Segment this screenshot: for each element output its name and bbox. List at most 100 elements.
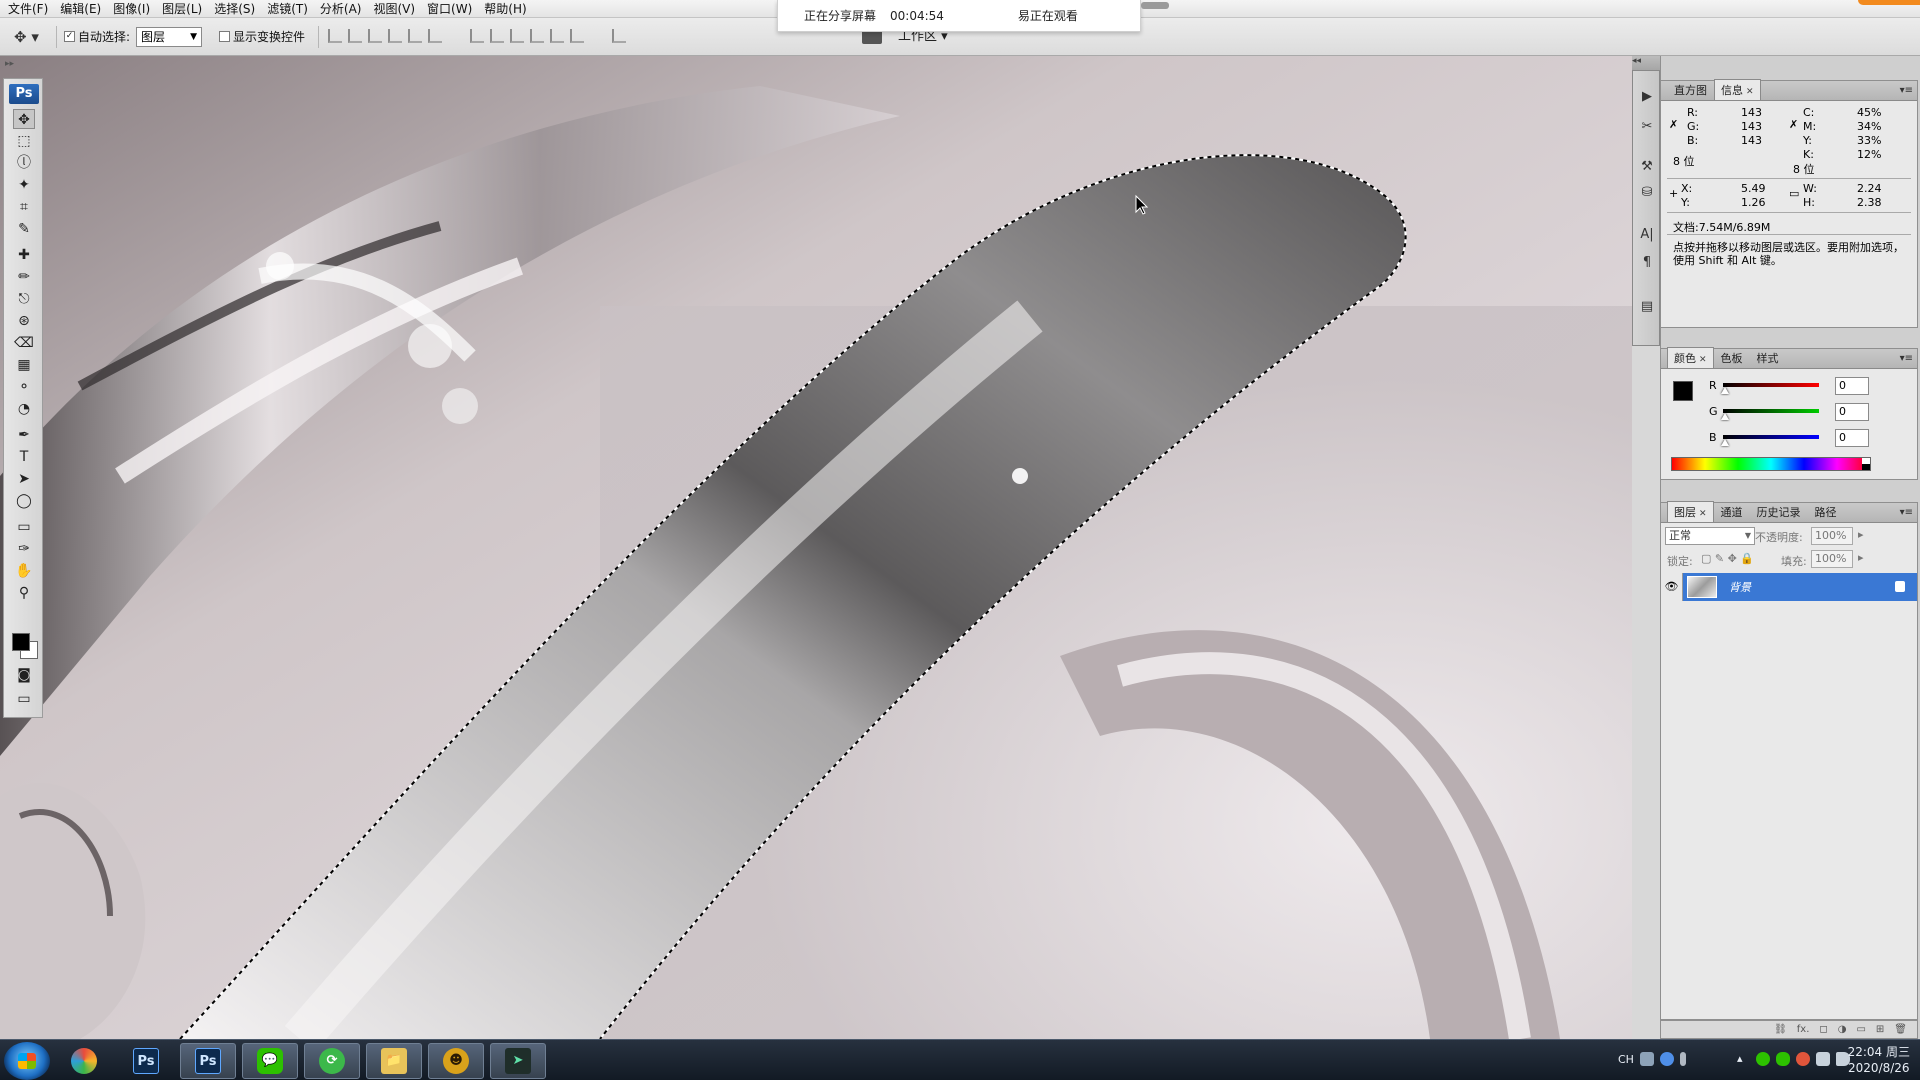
align-top-icon[interactable] bbox=[328, 29, 342, 43]
actions-panel-icon[interactable]: ▶ bbox=[1637, 87, 1657, 107]
healing-brush-tool-icon[interactable]: ✚ bbox=[13, 245, 35, 265]
network-icon[interactable] bbox=[1816, 1052, 1830, 1066]
opacity-field[interactable]: 100% bbox=[1811, 527, 1853, 545]
tab-channels[interactable]: 通道 bbox=[1714, 501, 1750, 522]
red-value[interactable]: 0 bbox=[1835, 377, 1869, 395]
hand-tool-icon[interactable]: ✋ bbox=[13, 561, 35, 581]
gradient-tool-icon[interactable]: ▦ bbox=[13, 355, 35, 375]
fill-arrow-icon[interactable]: ▸ bbox=[1858, 551, 1864, 564]
menu-analysis[interactable]: 分析(A) bbox=[314, 0, 368, 18]
distribute-right-icon[interactable] bbox=[570, 29, 584, 43]
tab-layers[interactable]: 图层 ✕ bbox=[1667, 501, 1714, 522]
notes-tool-icon[interactable]: ▭ bbox=[13, 517, 35, 537]
brushes-panel-icon[interactable]: ⚒ bbox=[1637, 157, 1657, 177]
clone-source-icon[interactable]: ⛁ bbox=[1637, 183, 1657, 203]
layer-row-background[interactable]: 👁 背景 bbox=[1661, 573, 1917, 601]
character-panel-icon[interactable]: A| bbox=[1637, 225, 1657, 245]
blue-knob[interactable] bbox=[1721, 439, 1729, 446]
distribute-top-icon[interactable] bbox=[470, 29, 484, 43]
menu-image[interactable]: 图像(I) bbox=[107, 0, 156, 18]
eyedropper-tool-icon[interactable]: ✎ bbox=[13, 219, 35, 239]
lasso-tool-icon[interactable]: ⓛ bbox=[13, 153, 35, 173]
taskbar-app-wechat[interactable]: 💬 bbox=[242, 1043, 298, 1079]
move-tool-icon[interactable]: ✥ bbox=[13, 109, 35, 129]
tab-paths[interactable]: 路径 bbox=[1808, 501, 1844, 522]
layer-comps-icon[interactable]: ▤ bbox=[1637, 297, 1657, 317]
layer-mask-icon[interactable]: ◻ bbox=[1819, 1024, 1827, 1035]
keyboard-icon[interactable] bbox=[1640, 1052, 1654, 1066]
clone-stamp-tool-icon[interactable]: ⎋ bbox=[13, 289, 35, 309]
tray-wechat-icon[interactable] bbox=[1776, 1052, 1790, 1066]
eraser-tool-icon[interactable]: ⌫ bbox=[13, 333, 35, 353]
history-brush-tool-icon[interactable]: ⊛ bbox=[13, 311, 35, 331]
panel-menu-icon[interactable]: ▾≡ bbox=[1900, 353, 1913, 364]
blend-mode-dropdown[interactable]: 正常 ▼ bbox=[1665, 527, 1755, 545]
blue-track[interactable] bbox=[1723, 435, 1819, 439]
shape-tool-icon[interactable]: ◯ bbox=[13, 491, 35, 511]
taskbar-app-folder[interactable]: 📁 bbox=[366, 1043, 422, 1079]
type-tool-icon[interactable]: T bbox=[13, 447, 35, 467]
show-transform-checkbox[interactable] bbox=[219, 31, 230, 42]
menu-help[interactable]: 帮助(H) bbox=[478, 0, 532, 18]
move-tool-preset-picker[interactable]: ✥ ▾ bbox=[14, 27, 50, 47]
panel-menu-icon[interactable]: ▾≡ bbox=[1900, 85, 1913, 96]
close-icon[interactable]: ✕ bbox=[1699, 509, 1707, 519]
green-track[interactable] bbox=[1723, 409, 1819, 413]
green-slider[interactable]: G 0 bbox=[1709, 403, 1909, 423]
tab-swatches[interactable]: 色板 bbox=[1714, 347, 1750, 368]
panel-menu-icon[interactable]: ▾≡ bbox=[1900, 507, 1913, 518]
share-viewers[interactable]: 易正在观看 bbox=[1018, 7, 1078, 24]
menu-select[interactable]: 选择(S) bbox=[208, 0, 261, 18]
adjustment-layer-icon[interactable]: ◑ bbox=[1838, 1024, 1847, 1035]
align-right-icon[interactable] bbox=[428, 29, 442, 43]
menu-file[interactable]: 文件(F) bbox=[2, 0, 54, 18]
tab-history[interactable]: 历史记录 bbox=[1750, 501, 1808, 522]
foreground-color-swatch[interactable] bbox=[1673, 381, 1693, 401]
red-track[interactable] bbox=[1723, 383, 1819, 387]
clock[interactable]: 22:04 周三 2020/8/26 bbox=[1848, 1044, 1910, 1076]
align-vcenter-icon[interactable] bbox=[348, 29, 362, 43]
taskbar-app-arrow[interactable]: ➤ bbox=[490, 1043, 546, 1079]
distribute-bottom-icon[interactable] bbox=[510, 29, 524, 43]
align-bottom-icon[interactable] bbox=[368, 29, 382, 43]
tray-green-icon[interactable] bbox=[1756, 1052, 1770, 1066]
menu-view[interactable]: 视图(V) bbox=[367, 0, 421, 18]
help-icon[interactable] bbox=[1660, 1052, 1674, 1066]
toolbox-grip[interactable]: ▸▸ bbox=[1, 59, 47, 73]
menu-filter[interactable]: 滤镜(T) bbox=[261, 0, 314, 18]
eyedropper2-tool-icon[interactable]: ✑ bbox=[13, 539, 35, 559]
tab-histogram[interactable]: 直方图 bbox=[1667, 79, 1714, 100]
bw-ramp[interactable] bbox=[1862, 458, 1870, 470]
new-group-icon[interactable]: ▭ bbox=[1856, 1024, 1865, 1035]
opacity-arrow-icon[interactable]: ▸ bbox=[1858, 528, 1864, 541]
close-icon[interactable]: ✕ bbox=[1699, 355, 1707, 365]
auto-select-checkbox[interactable]: ✓ bbox=[64, 31, 75, 42]
screen-mode-icon[interactable]: ▭ bbox=[13, 689, 35, 709]
tab-color[interactable]: 颜色 ✕ bbox=[1667, 347, 1714, 368]
zoom-tool-icon[interactable]: ⚲ bbox=[13, 583, 35, 603]
paragraph-panel-icon[interactable]: ¶ bbox=[1637, 253, 1657, 273]
green-value[interactable]: 0 bbox=[1835, 403, 1869, 421]
visibility-eye-icon[interactable]: 👁 bbox=[1661, 573, 1683, 601]
menu-window[interactable]: 窗口(W) bbox=[421, 0, 478, 18]
magic-wand-tool-icon[interactable]: ✦ bbox=[13, 175, 35, 195]
start-button[interactable] bbox=[4, 1042, 50, 1080]
marquee-tool-icon[interactable]: ⬚ bbox=[13, 131, 35, 151]
align-hcenter-icon[interactable] bbox=[408, 29, 422, 43]
ime-language[interactable]: CH bbox=[1618, 1053, 1634, 1066]
menu-layer[interactable]: 图层(L) bbox=[156, 0, 208, 18]
distribute-hcenter-icon[interactable] bbox=[550, 29, 564, 43]
taskbar-app-colorful[interactable] bbox=[56, 1043, 112, 1079]
fill-field[interactable]: 100% bbox=[1811, 550, 1853, 568]
taskbar-app-avatar[interactable]: ☻ bbox=[428, 1043, 484, 1079]
distribute-vcenter-icon[interactable] bbox=[490, 29, 504, 43]
trash-icon[interactable]: 🗑 bbox=[1894, 1024, 1907, 1035]
close-icon[interactable]: ✕ bbox=[1746, 87, 1754, 97]
taskbar-app-photoshop-2[interactable]: Ps bbox=[180, 1043, 236, 1079]
pen-tool-icon[interactable]: ✒ bbox=[13, 425, 35, 445]
distribute-left-icon[interactable] bbox=[530, 29, 544, 43]
taskbar-app-refresh[interactable]: ⟳ bbox=[304, 1043, 360, 1079]
blue-slider[interactable]: B 0 bbox=[1709, 429, 1909, 449]
quick-mask-icon[interactable]: ◙ bbox=[13, 665, 35, 685]
auto-select-dropdown[interactable]: 图层 ▼ bbox=[136, 27, 202, 47]
